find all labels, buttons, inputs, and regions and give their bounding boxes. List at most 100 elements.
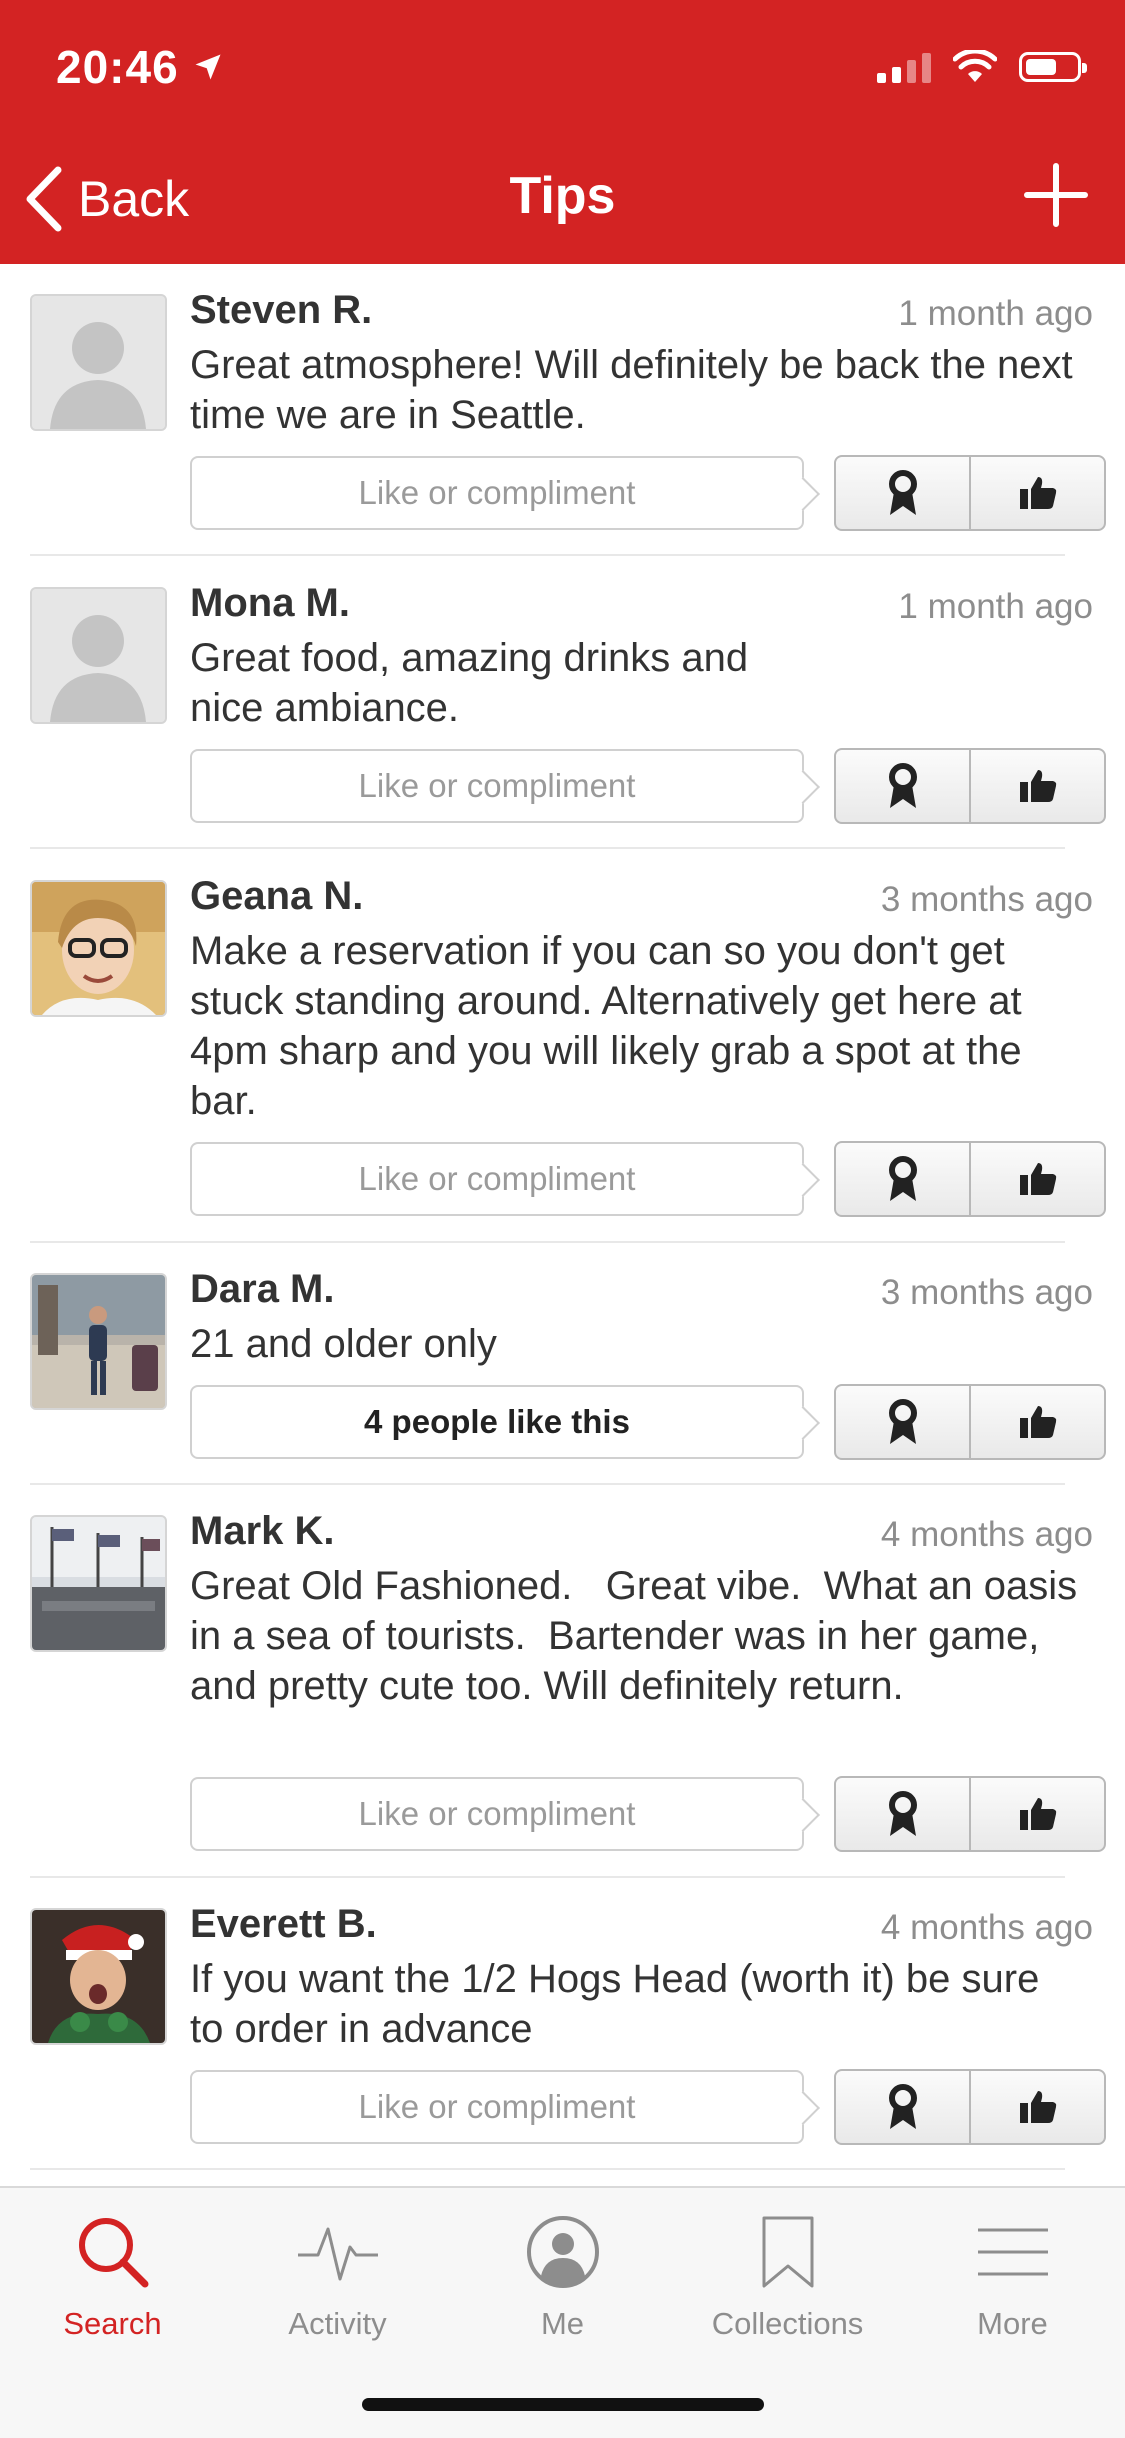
like-status: 4 people like this [364, 1403, 630, 1440]
award-ribbon-icon [888, 1791, 917, 1836]
tip-text: Great food, amazing drinks and nice ambi… [190, 636, 749, 730]
avatar[interactable] [30, 587, 167, 724]
cellular-signal-icon [877, 51, 931, 83]
like-button[interactable] [969, 1143, 1104, 1215]
tip-author[interactable]: Everett B. [190, 1902, 377, 1947]
avatar[interactable] [30, 294, 167, 431]
avatar[interactable] [30, 1273, 167, 1410]
divider [30, 847, 1065, 849]
user-photo [32, 882, 165, 1015]
tip-time: 3 months ago [880, 880, 1093, 919]
like-or-compliment-box[interactable]: Like or compliment [190, 456, 820, 530]
tab-label: Activity [288, 2306, 387, 2341]
divider [30, 1483, 1065, 1485]
tip-actions [834, 455, 1106, 531]
add-tip-button[interactable] [1021, 160, 1091, 230]
thumbs-up-icon [1019, 477, 1056, 509]
user-photo [32, 1910, 165, 2043]
divider [30, 2168, 1065, 2170]
divider [30, 1241, 1065, 1243]
like-count-box[interactable]: 4 people like this [190, 1385, 820, 1459]
tab-activity[interactable]: Activity [225, 2202, 450, 2342]
tab-collections[interactable]: Collections [675, 2202, 900, 2342]
tip-actions [834, 1384, 1106, 1460]
compliment-button[interactable] [836, 1386, 969, 1458]
tip-actions [834, 1141, 1106, 1217]
thumbs-up-icon [1019, 2091, 1056, 2123]
award-ribbon-icon [888, 1156, 917, 1201]
avatar[interactable] [30, 880, 167, 1017]
award-ribbon-icon [888, 2084, 917, 2129]
like-button[interactable] [969, 457, 1104, 529]
tab-label: Search [63, 2306, 162, 2341]
bookmark-icon [762, 2216, 813, 2288]
like-status: Like or compliment [358, 474, 636, 511]
tip-actions [834, 748, 1106, 824]
top-navigation-bar: 20:46 Back Tips [0, 0, 1125, 264]
like-or-compliment-box[interactable]: Like or compliment [190, 2070, 820, 2144]
tab-label: Collections [711, 2306, 864, 2341]
compliment-button[interactable] [836, 1778, 969, 1850]
compliment-button[interactable] [836, 457, 969, 529]
profile-icon [526, 2216, 599, 2288]
battery-icon [1019, 52, 1087, 82]
tip-actions [834, 2069, 1106, 2145]
tip-author[interactable]: Dara M. [190, 1267, 335, 1312]
location-arrow-icon [195, 54, 221, 80]
thumbs-up-icon [1019, 1798, 1056, 1830]
like-status: Like or compliment [358, 767, 636, 804]
status-time: 20:46 [56, 40, 223, 94]
compliment-button[interactable] [836, 2071, 969, 2143]
search-icon [78, 2218, 148, 2288]
thumbs-up-icon [1019, 770, 1056, 802]
thumbs-up-icon [1019, 1406, 1056, 1438]
tip-text: Great atmosphere! Will definitely be bac… [190, 343, 1073, 437]
avatar[interactable] [30, 1515, 167, 1652]
default-user-avatar-icon [32, 589, 165, 722]
tip-text: 21 and older only [190, 1322, 497, 1366]
like-or-compliment-box[interactable]: Like or compliment [190, 749, 820, 823]
like-button[interactable] [969, 750, 1104, 822]
award-ribbon-icon [888, 763, 917, 808]
divider [30, 554, 1065, 556]
menu-icon [977, 2228, 1048, 2276]
divider [30, 1876, 1065, 1878]
like-button[interactable] [969, 1778, 1104, 1850]
like-status: Like or compliment [358, 2088, 636, 2125]
tip-text: If you want the 1/2 Hogs Head (worth it)… [190, 1957, 1040, 2051]
status-indicators [877, 50, 1087, 84]
clock: 20:46 [56, 41, 179, 93]
tip-text: Make a reservation if you can so you don… [190, 929, 1022, 1123]
like-button[interactable] [969, 1386, 1104, 1458]
tip-actions [834, 1776, 1106, 1852]
default-user-avatar-icon [32, 296, 165, 429]
like-button[interactable] [969, 2071, 1104, 2143]
avatar[interactable] [30, 1908, 167, 2045]
tip-author[interactable]: Steven R. [190, 288, 372, 333]
user-photo [32, 1275, 165, 1408]
tab-me[interactable]: Me [450, 2202, 675, 2342]
tip-time: 4 months ago [880, 1515, 1093, 1554]
tab-label: More [977, 2306, 1048, 2341]
page-title: Tips [509, 167, 616, 225]
tip-time: 1 month ago [898, 587, 1093, 626]
like-status: Like or compliment [358, 1795, 636, 1832]
home-indicator[interactable] [362, 2398, 764, 2411]
tab-search[interactable]: Search [0, 2202, 225, 2342]
compliment-button[interactable] [836, 1143, 969, 1215]
tip-text: Great Old Fashioned. Great vibe. What an… [190, 1564, 1089, 1708]
tip-author[interactable]: Geana N. [190, 874, 363, 919]
like-status: Like or compliment [358, 1160, 636, 1197]
compliment-button[interactable] [836, 750, 969, 822]
like-or-compliment-box[interactable]: Like or compliment [190, 1777, 820, 1851]
award-ribbon-icon [888, 470, 917, 515]
like-or-compliment-box[interactable]: Like or compliment [190, 1142, 820, 1216]
wifi-icon [953, 50, 997, 82]
tip-time: 4 months ago [880, 1908, 1093, 1947]
tab-more[interactable]: More [900, 2202, 1125, 2342]
tab-label: Me [540, 2306, 585, 2341]
tip-time: 1 month ago [898, 294, 1093, 333]
tip-author[interactable]: Mona M. [190, 581, 350, 626]
tip-time: 3 months ago [880, 1273, 1093, 1312]
tip-author[interactable]: Mark K. [190, 1509, 335, 1554]
